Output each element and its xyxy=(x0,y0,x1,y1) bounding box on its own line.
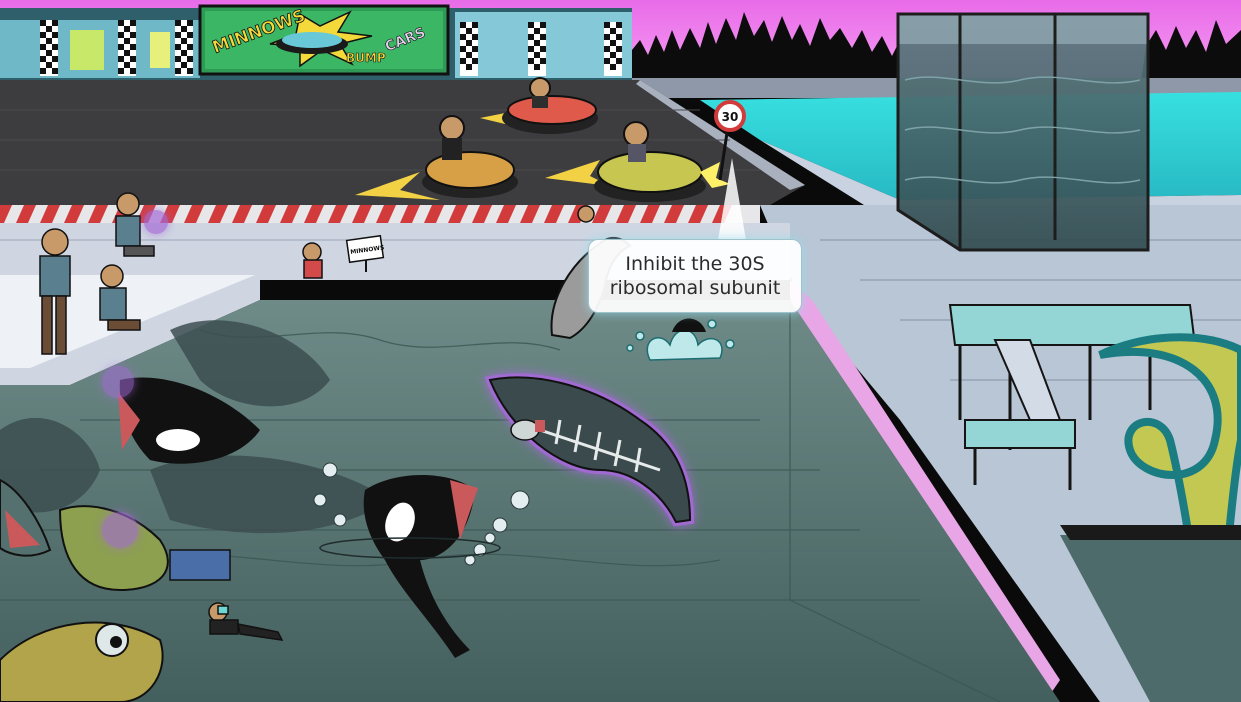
glass-tank xyxy=(896,12,1150,252)
speed-sign-value: 30 xyxy=(722,110,739,124)
minnows-banner: MINNOWS BUMP CARS xyxy=(198,4,450,76)
scene-illustration: MINNOWS BUMP CARS 30 MINNOWS xyxy=(0,0,1241,702)
mechanism-tooltip: Inhibit the 30S ribosomal subunit xyxy=(588,239,802,313)
barrier-stripe xyxy=(0,205,760,223)
tooltip-pointer xyxy=(718,158,746,240)
banner-line2: BUMP xyxy=(346,51,386,65)
tooltip-line2: ribosomal subunit xyxy=(609,277,781,299)
tooltip-line1: Inhibit the 30S xyxy=(625,253,765,275)
scene-canvas: MINNOWS BUMP CARS 30 MINNOWS Inhibit the… xyxy=(0,0,1241,702)
